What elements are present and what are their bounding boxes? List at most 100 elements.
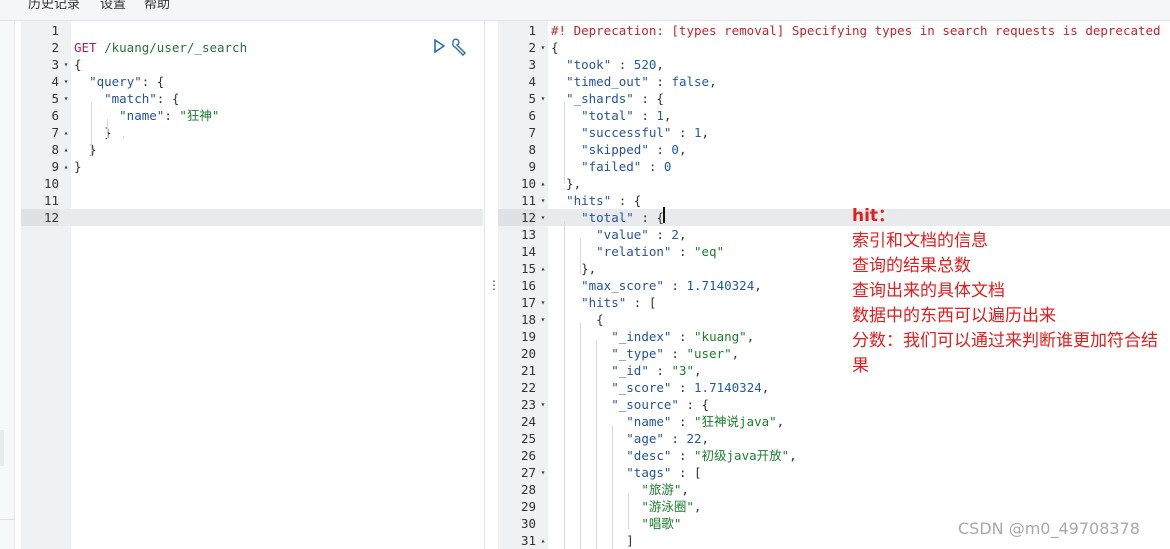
line-number: 23 — [520, 397, 536, 412]
code-line: 10 ▴ }, — [498, 175, 1170, 192]
vertical-dots-icon[interactable]: ⋮ — [488, 277, 500, 293]
code-text: "timed_out" : false, — [566, 74, 717, 89]
line-number: 26 — [520, 448, 536, 463]
line-number: 12 — [21, 209, 59, 226]
code-line: 8 "skipped" : 0, — [498, 141, 1170, 158]
side-strip — [0, 21, 15, 549]
menu-history[interactable]: 历史记录 — [28, 0, 80, 12]
fold-toggle-icon[interactable]: ▴ — [61, 124, 71, 141]
code-line: 1 — [21, 22, 483, 39]
line-number: 8 — [51, 142, 59, 157]
annotation-item: 查询的结果总数 — [852, 256, 971, 276]
code-text: "_score" : 1.7140324, — [611, 380, 770, 395]
code-line: 26 "desc" : "初级java开放", — [498, 447, 1170, 464]
line-number: 17 — [520, 295, 536, 310]
code-line: 27 ▾ "tags" : [ — [498, 464, 1170, 481]
indent-guide — [564, 102, 565, 184]
fold-toggle-icon[interactable]: ▾ — [538, 311, 548, 328]
wrench-icon[interactable] — [450, 38, 468, 56]
line-number: 9 — [51, 159, 59, 174]
code-text: "total" : { — [581, 210, 664, 225]
line-number: 13 — [520, 227, 536, 242]
code-text: #! Deprecation: [types removal] Specifyi… — [551, 23, 1161, 38]
code-line: 2 GET /kuang/user/_search — [21, 39, 483, 56]
code-line: 2 ▾{ — [498, 39, 1170, 56]
annotation-item: 查询出来的具体文档 — [852, 281, 1005, 301]
code-line: 12 — [21, 209, 483, 226]
menu-settings[interactable]: 设置 — [100, 0, 126, 12]
play-icon[interactable] — [433, 39, 445, 53]
line-number: 22 — [520, 380, 536, 395]
watermark: CSDN @m0_49708378 — [958, 519, 1140, 538]
code-line: 28 "旅游", — [498, 481, 1170, 498]
request-code[interactable]: 1 2 GET /kuang/user/_search 3 ▾{4 ▾ "query": … — [21, 21, 483, 549]
fold-toggle-icon[interactable]: ▴ — [61, 141, 71, 158]
fold-toggle-icon[interactable]: ▴ — [538, 260, 548, 277]
line-number: 10 — [43, 176, 59, 191]
fold-toggle-icon[interactable]: ▾ — [538, 294, 548, 311]
indent-guide — [580, 323, 581, 549]
fold-toggle-icon[interactable]: ▾ — [61, 56, 71, 73]
line-number: 4 — [528, 74, 536, 89]
line-number: 25 — [520, 431, 536, 446]
request-editor[interactable]: 1 2 GET /kuang/user/_search 3 ▾{4 ▾ "query": … — [21, 21, 483, 549]
fold-toggle-icon[interactable]: ▴ — [61, 158, 71, 175]
code-text: "max_score" : 1.7140324, — [581, 278, 762, 293]
line-number: 19 — [520, 329, 536, 344]
code-text: "_id" : "3", — [611, 363, 702, 378]
line-number: 10 — [520, 176, 536, 191]
line-number: 16 — [520, 278, 536, 293]
code-text: "旅游", — [641, 482, 689, 497]
side-strip-tab[interactable] — [0, 430, 4, 466]
code-line: 11 — [21, 192, 483, 209]
fold-toggle-icon[interactable]: ▾ — [538, 396, 548, 413]
code-text: "name": "狂神" — [119, 108, 220, 123]
fold-toggle-icon[interactable]: ▴ — [538, 175, 548, 192]
fold-toggle-icon[interactable]: ▾ — [538, 90, 548, 107]
code-text: "skipped" : 0, — [581, 142, 687, 157]
code-text: "failed" : 0 — [581, 159, 672, 174]
code-text: "successful" : 1, — [581, 125, 710, 140]
fold-toggle-icon[interactable]: ▴ — [538, 532, 548, 549]
line-number: 2 — [51, 40, 59, 55]
fold-toggle-icon[interactable]: ▾ — [538, 209, 548, 226]
code-line: 9 ▴} — [21, 158, 483, 175]
code-line: 4 ▾ "query": { — [21, 73, 483, 90]
fold-toggle-icon[interactable]: ▾ — [538, 192, 548, 209]
annotation-item: 索引和文档的信息 — [852, 231, 988, 251]
fold-toggle-icon[interactable]: ▾ — [61, 73, 71, 90]
code-text: "age" : 22, — [626, 431, 710, 446]
menu-help[interactable]: 帮助 — [144, 0, 170, 12]
code-text: "match": { — [104, 91, 180, 106]
code-text: { — [551, 312, 604, 327]
line-number: 18 — [520, 312, 536, 327]
line-number: 5 — [51, 91, 59, 106]
line-number: 11 — [43, 193, 59, 208]
line-number: 24 — [520, 414, 536, 429]
fold-toggle-icon[interactable]: ▾ — [538, 39, 548, 56]
code-line: 10 — [21, 175, 483, 192]
fold-toggle-icon[interactable]: ▾ — [61, 90, 71, 107]
code-line: 3 ▾{ — [21, 56, 483, 73]
code-text: } — [74, 142, 97, 157]
code-line: 22 "_score" : 1.7140324, — [498, 379, 1170, 396]
line-number: 1 — [51, 23, 59, 38]
indent-guide — [612, 425, 613, 549]
line-number: 27 — [520, 465, 536, 480]
indent-guide — [580, 238, 581, 274]
line-number: 14 — [520, 244, 536, 259]
indent-guide — [564, 221, 565, 549]
code-text: { — [551, 40, 559, 55]
code-line: 24 "name" : "狂神说java", — [498, 413, 1170, 430]
line-number: 6 — [528, 108, 536, 123]
pane-resizer[interactable]: ⋮ — [484, 21, 500, 549]
code-text: }, — [551, 261, 597, 276]
top-menu-bar: 历史记录 设置 帮助 — [0, 0, 1170, 21]
code-line: 5 ▾ "_shards" : { — [498, 90, 1170, 107]
line-number: 7 — [51, 125, 59, 140]
code-text: "唱歌" — [641, 516, 682, 531]
code-line: 7 "successful" : 1, — [498, 124, 1170, 141]
side-strip-divider — [0, 519, 14, 520]
code-text: } — [74, 159, 82, 174]
fold-toggle-icon[interactable]: ▾ — [538, 464, 548, 481]
